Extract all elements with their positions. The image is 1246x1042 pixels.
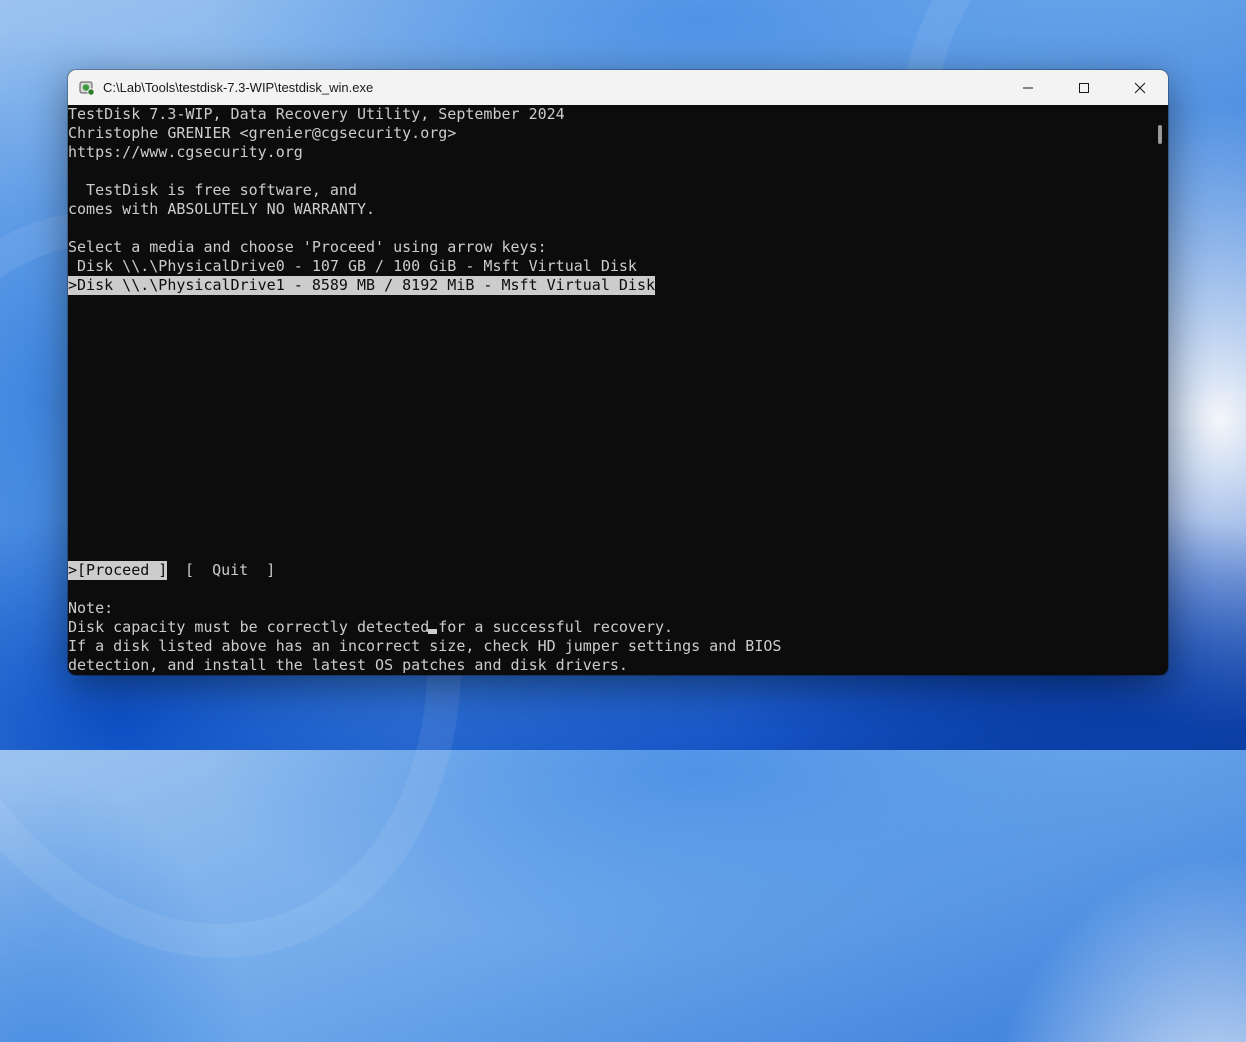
header-line: TestDisk 7.3-WIP, Data Recovery Utility,… (68, 105, 565, 123)
license-line: comes with ABSOLUTELY NO WARRANTY. (68, 200, 376, 218)
note-line: If a disk listed above has an incorrect … (68, 637, 782, 655)
quit-button[interactable]: [ Quit ] (185, 561, 275, 580)
console-window[interactable]: C:\Lab\Tools\testdisk-7.3-WIP\testdisk_w… (68, 70, 1168, 675)
note-line: detection, and install the latest OS pat… (68, 656, 628, 674)
vertical-scrollbar[interactable] (1152, 105, 1168, 675)
scrollbar-thumb[interactable] (1158, 125, 1162, 144)
license-line: TestDisk is free software, and (68, 181, 357, 199)
header-line: https://www.cgsecurity.org (68, 143, 303, 161)
minimize-icon (1023, 87, 1033, 88)
window-controls (1000, 70, 1168, 105)
title-bar[interactable]: C:\Lab\Tools\testdisk-7.3-WIP\testdisk_w… (68, 70, 1168, 105)
note-line: Note: (68, 599, 114, 617)
close-icon (1134, 82, 1146, 93)
note-line: Disk capacity must be correctly detected… (68, 618, 674, 636)
testdisk-app-icon (79, 80, 95, 96)
maximize-icon (1079, 82, 1089, 93)
maximize-button[interactable] (1056, 70, 1112, 105)
proceed-button[interactable]: >[Proceed ] (68, 561, 168, 580)
select-media-prompt: Select a media and choose 'Proceed' usin… (68, 238, 547, 256)
window-title: C:\Lab\Tools\testdisk-7.3-WIP\testdisk_w… (103, 80, 374, 95)
disk-item[interactable]: Disk \\.\PhysicalDrive0 - 107 GB / 100 G… (68, 257, 637, 276)
console-output[interactable]: TestDisk 7.3-WIP, Data Recovery Utility,… (68, 105, 1152, 675)
close-button[interactable] (1112, 70, 1168, 105)
header-line: Christophe GRENIER <grenier@cgsecurity.o… (68, 124, 457, 142)
disk-item-selected[interactable]: >Disk \\.\PhysicalDrive1 - 8589 MB / 819… (68, 276, 655, 295)
minimize-button[interactable] (1000, 70, 1056, 105)
